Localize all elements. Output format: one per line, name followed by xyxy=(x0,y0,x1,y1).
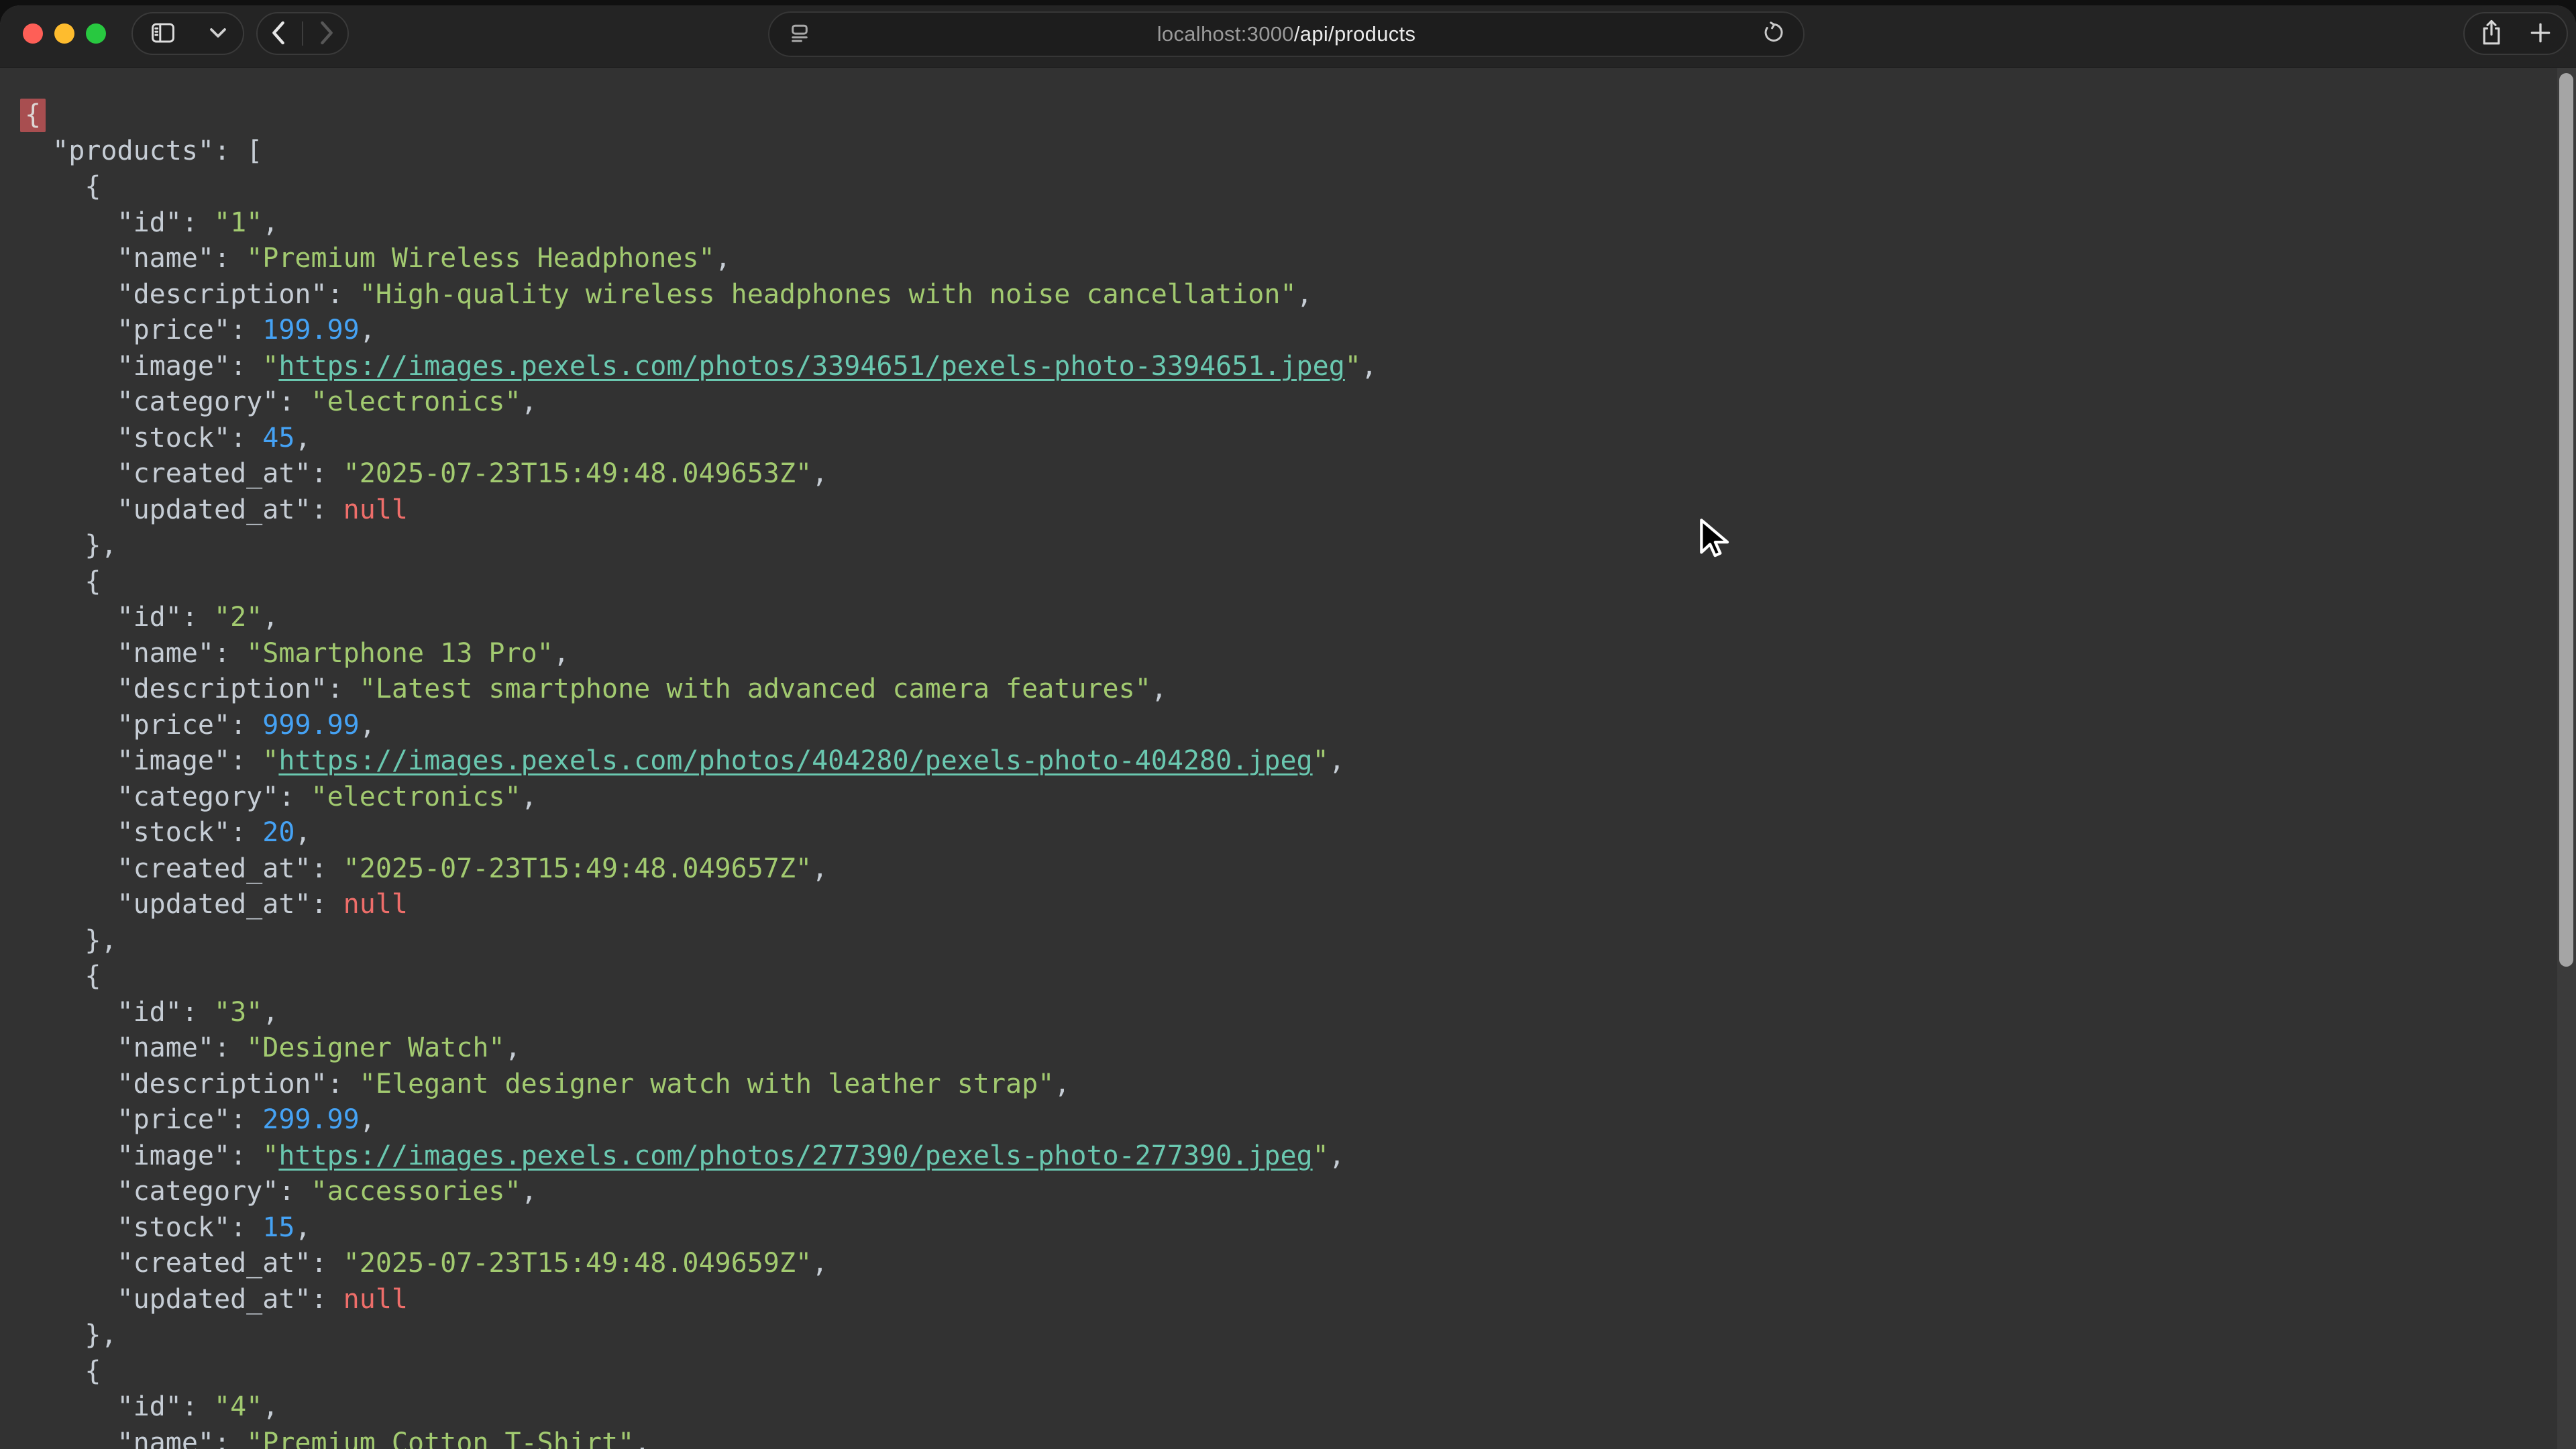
reload-icon xyxy=(1762,21,1786,48)
chevron-down-icon xyxy=(208,26,228,42)
sidebar-icon xyxy=(148,19,178,49)
address-bar[interactable]: localhost:3000/api/products xyxy=(768,11,1805,57)
share-button[interactable] xyxy=(2478,18,2505,50)
page-settings-icon xyxy=(787,20,812,49)
window-controls xyxy=(23,23,106,44)
new-tab-button[interactable] xyxy=(2528,20,2553,48)
share-button-group xyxy=(2463,12,2568,55)
page-content: { "products": [ { "id": "1", "name": "Pr… xyxy=(0,68,2576,1449)
back-icon xyxy=(270,19,287,48)
json-link[interactable]: https://images.pexels.com/photos/404280/… xyxy=(278,745,1312,776)
sidebar-toggle-button[interactable] xyxy=(148,19,178,49)
navigation-button-group xyxy=(256,12,349,55)
url-text: localhost:3000/api/products xyxy=(769,22,1803,46)
close-window-button[interactable] xyxy=(23,23,43,44)
sidebar-button-group xyxy=(131,12,244,55)
share-icon xyxy=(2478,18,2505,50)
reload-button[interactable] xyxy=(1762,21,1786,48)
mouse-cursor xyxy=(1693,517,1735,563)
minimize-window-button[interactable] xyxy=(54,23,74,44)
browser-window: localhost:3000/api/products xyxy=(0,5,2576,1449)
url-path: /api/products xyxy=(1294,22,1415,46)
page-settings-button[interactable] xyxy=(787,20,812,49)
forward-icon xyxy=(318,19,335,48)
back-button[interactable] xyxy=(270,19,287,48)
screen: { "window_title": "", "toolbar": { "url"… xyxy=(0,0,2576,1449)
browser-toolbar: localhost:3000/api/products xyxy=(0,5,2576,68)
zoom-window-button[interactable] xyxy=(86,23,106,44)
forward-button[interactable] xyxy=(318,19,335,48)
url-host: localhost:3000 xyxy=(1157,22,1294,46)
tab-group-dropdown-button[interactable] xyxy=(208,26,228,42)
scrollbar-thumb[interactable] xyxy=(2559,73,2573,967)
json-link[interactable]: https://images.pexels.com/photos/277390/… xyxy=(278,1140,1312,1171)
plus-icon xyxy=(2528,20,2553,48)
scrollbar-track[interactable] xyxy=(2557,68,2576,1449)
json-response-view: { "products": [ { "id": "1", "name": "Pr… xyxy=(0,68,2576,1449)
json-link[interactable]: https://images.pexels.com/photos/3394651… xyxy=(278,351,1344,382)
divider xyxy=(302,21,303,46)
